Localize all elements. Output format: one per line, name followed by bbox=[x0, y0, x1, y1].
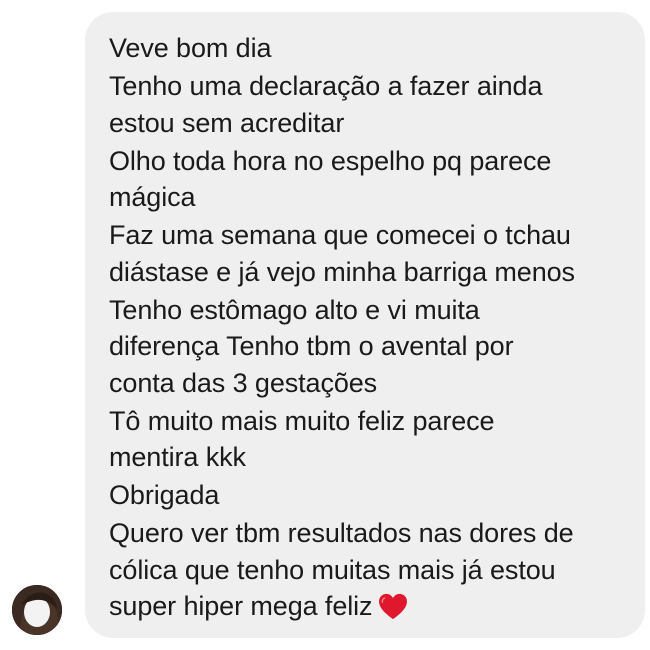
message-line: estou sem acreditar bbox=[109, 107, 345, 138]
message-line: diferença Tenho tbm o avental por bbox=[109, 331, 514, 361]
message-line: Tô muito mais muito feliz parece bbox=[109, 405, 495, 436]
message-line: Veve bom dia bbox=[109, 33, 272, 63]
message-line: mágica bbox=[109, 182, 196, 212]
message-line: diástase e já vejo minha barriga menos bbox=[109, 256, 575, 287]
message-line: Quero ver tbm resultados nas dores de bbox=[109, 518, 574, 548]
message-bubble[interactable]: Veve bom dia Tenho uma declaração a faze… bbox=[85, 12, 645, 638]
message-line-last: super hiper mega feliz bbox=[109, 588, 625, 625]
message-line: Faz uma semana que comecei o tchau bbox=[109, 220, 571, 250]
avatar[interactable] bbox=[12, 585, 62, 635]
message-line: Tenho uma declaração a fazer ainda bbox=[109, 71, 543, 101]
message-line: conta das 3 gestações bbox=[109, 367, 378, 398]
message-line: Tenho estômago alto e vi muita bbox=[109, 294, 480, 325]
red-heart-icon bbox=[379, 593, 408, 620]
message-line: Obrigada bbox=[109, 480, 220, 510]
message-line: Olho toda hora no espelho pq parece bbox=[109, 145, 552, 176]
message-line: mentira kkk bbox=[109, 442, 246, 472]
avatar-photo-icon bbox=[12, 585, 62, 635]
message-line: cólica que tenho muitas mais já estou bbox=[109, 554, 556, 585]
chat-screen: Veve bom dia Tenho uma declaração a faze… bbox=[0, 0, 650, 650]
message-line-text: super hiper mega feliz bbox=[109, 591, 373, 621]
